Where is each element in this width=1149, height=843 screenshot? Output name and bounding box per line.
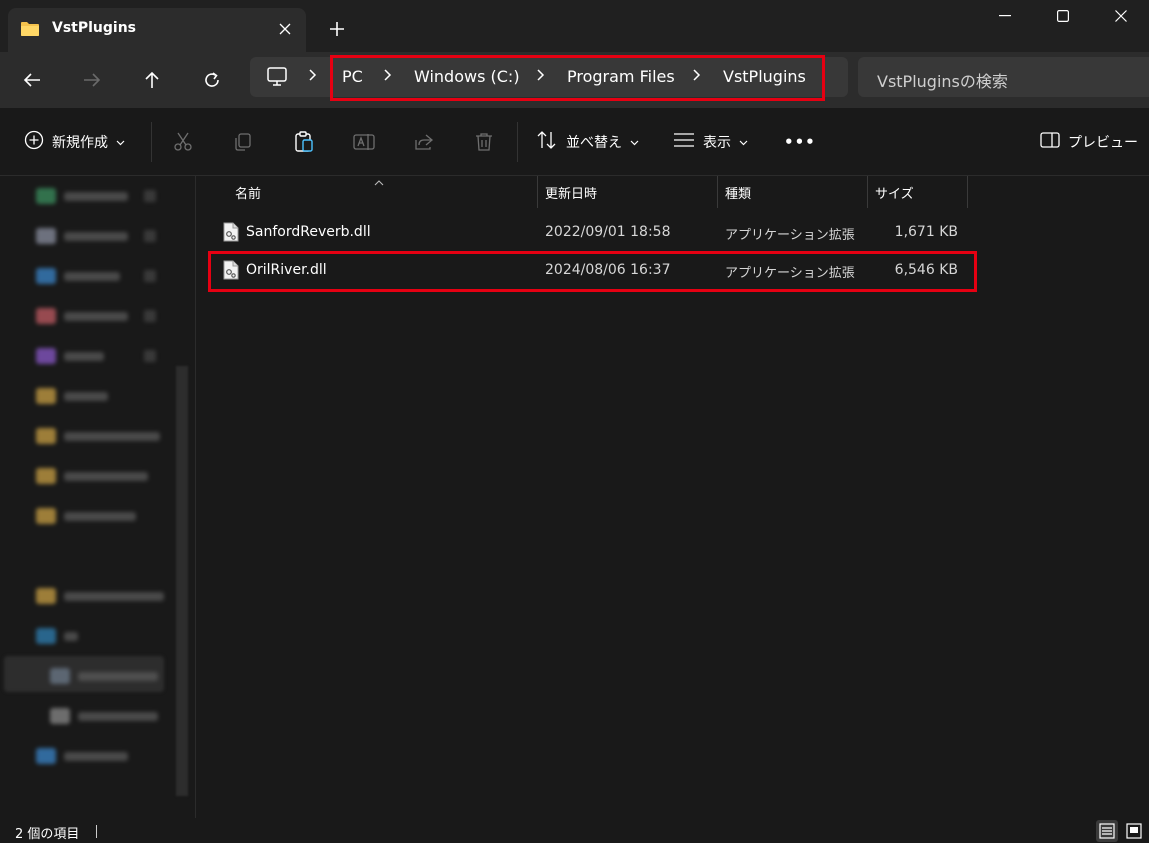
cut-icon[interactable] bbox=[171, 130, 195, 154]
close-window-button[interactable] bbox=[1092, 0, 1149, 32]
status-divider bbox=[96, 825, 97, 838]
chevron-down-icon bbox=[116, 134, 125, 150]
folder-icon bbox=[20, 20, 40, 42]
sidebar-item[interactable] bbox=[36, 506, 136, 526]
sidebar-item[interactable] bbox=[36, 346, 156, 366]
back-button[interactable] bbox=[14, 64, 50, 96]
details-view-icon[interactable] bbox=[1096, 820, 1118, 842]
view-button[interactable]: 表示 bbox=[673, 128, 748, 156]
pc-icon[interactable] bbox=[266, 67, 288, 91]
new-tab-button[interactable] bbox=[322, 14, 352, 44]
navigation-pane[interactable] bbox=[0, 176, 196, 818]
toolbar-divider bbox=[151, 122, 152, 162]
column-header-name[interactable]: 名前 bbox=[235, 176, 261, 208]
sidebar-item[interactable] bbox=[36, 586, 164, 606]
sidebar-scrollbar[interactable] bbox=[176, 366, 188, 796]
file-row[interactable]: SanfordReverb.dll 2022/09/01 18:58 アプリケー… bbox=[204, 214, 1149, 250]
address-row: PC Windows (C:) Program Files VstPlugins… bbox=[0, 52, 1149, 108]
sidebar-item[interactable] bbox=[50, 706, 158, 726]
sidebar-item[interactable] bbox=[36, 306, 156, 326]
maximize-button[interactable] bbox=[1034, 0, 1092, 32]
chevron-down-icon bbox=[630, 134, 639, 150]
sidebar-item[interactable] bbox=[36, 386, 108, 406]
file-modified: 2022/09/01 18:58 bbox=[545, 224, 671, 240]
tab-title: VstPlugins bbox=[52, 20, 137, 36]
column-divider[interactable] bbox=[717, 176, 718, 208]
search-input[interactable]: VstPluginsの検索 bbox=[858, 57, 1149, 97]
sort-button[interactable]: 並べ替え bbox=[536, 128, 639, 156]
sort-icon bbox=[536, 130, 558, 154]
copy-icon[interactable] bbox=[231, 130, 255, 154]
column-divider[interactable] bbox=[967, 176, 968, 208]
sidebar-item[interactable] bbox=[36, 466, 148, 486]
column-header-size[interactable]: サイズ bbox=[875, 176, 914, 208]
dll-file-icon bbox=[223, 222, 239, 246]
up-button[interactable] bbox=[134, 64, 170, 96]
column-divider[interactable] bbox=[537, 176, 538, 208]
plus-circle-icon bbox=[24, 130, 44, 154]
command-bar: 新規作成 並べ替え 表示 ••• プレビュー bbox=[0, 108, 1149, 176]
sidebar-item[interactable] bbox=[36, 226, 156, 246]
rename-icon[interactable] bbox=[352, 130, 376, 154]
sidebar-item[interactable] bbox=[36, 746, 128, 766]
column-header-type[interactable]: 種類 bbox=[725, 176, 751, 208]
tab-vstplugins[interactable]: VstPlugins bbox=[8, 8, 306, 52]
chevron-down-icon bbox=[739, 134, 748, 150]
file-name: SanfordReverb.dll bbox=[246, 224, 371, 240]
file-type: アプリケーション拡張 bbox=[725, 228, 855, 243]
new-button-label: 新規作成 bbox=[52, 135, 108, 151]
preview-label: プレビュー bbox=[1068, 135, 1138, 151]
forward-button[interactable] bbox=[74, 64, 110, 96]
column-divider[interactable] bbox=[867, 176, 868, 208]
refresh-button[interactable] bbox=[194, 64, 230, 96]
column-header-modified[interactable]: 更新日時 bbox=[545, 176, 597, 208]
search-placeholder: VstPluginsの検索 bbox=[877, 72, 1008, 91]
new-button[interactable]: 新規作成 bbox=[24, 128, 125, 156]
toolbar-divider bbox=[517, 122, 518, 162]
share-icon[interactable] bbox=[412, 130, 436, 154]
view-label: 表示 bbox=[703, 135, 731, 151]
sidebar-item[interactable] bbox=[36, 186, 156, 206]
minimize-button[interactable] bbox=[976, 0, 1034, 32]
sidebar-item[interactable] bbox=[36, 626, 78, 646]
delete-icon[interactable] bbox=[472, 130, 496, 154]
sidebar-item[interactable] bbox=[50, 666, 158, 686]
view-lines-icon bbox=[673, 132, 695, 152]
tab-close-button[interactable] bbox=[272, 16, 298, 42]
title-bar: VstPlugins bbox=[0, 0, 1149, 52]
preview-button[interactable]: プレビュー bbox=[1040, 128, 1138, 156]
sidebar-item[interactable] bbox=[36, 266, 156, 286]
sort-label: 並べ替え bbox=[566, 135, 622, 151]
large-icons-view-icon[interactable] bbox=[1123, 820, 1145, 842]
file-size: 1,671 KB bbox=[894, 224, 958, 240]
more-options-button[interactable]: ••• bbox=[784, 128, 816, 156]
file-row-highlight-box bbox=[208, 251, 977, 292]
status-bar: 2 個の項目 bbox=[0, 818, 1149, 843]
item-count: 2 個の項目 bbox=[15, 827, 80, 842]
sidebar-item[interactable] bbox=[36, 426, 160, 446]
sort-ascending-icon bbox=[374, 176, 384, 189]
paste-icon[interactable] bbox=[292, 130, 316, 154]
address-highlight-box bbox=[330, 55, 825, 101]
chevron-right-icon[interactable] bbox=[309, 69, 317, 85]
preview-pane-icon bbox=[1040, 132, 1060, 152]
